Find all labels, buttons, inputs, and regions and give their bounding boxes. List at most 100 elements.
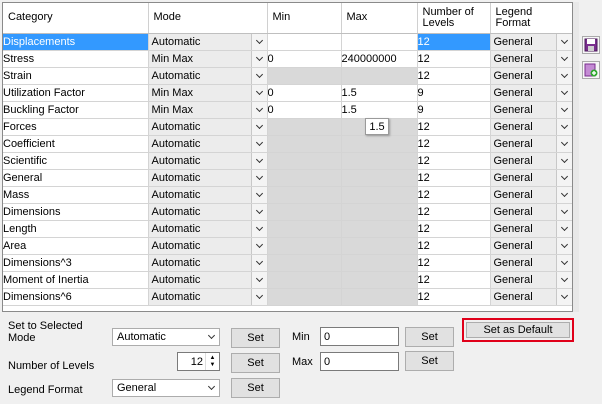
table-row[interactable]: Moment of Inertia Automatic 12 General — [3, 271, 572, 289]
legend-cell[interactable]: General — [490, 203, 572, 221]
levels-cell[interactable]: 12 — [417, 186, 491, 204]
legend-cell[interactable]: General — [490, 50, 572, 68]
chevron-down-icon[interactable] — [555, 101, 571, 117]
set-max-button[interactable]: Set — [405, 351, 454, 371]
category-cell[interactable]: Strain — [3, 67, 149, 85]
chevron-down-icon[interactable] — [250, 203, 266, 219]
chevron-down-icon[interactable] — [250, 84, 266, 100]
levels-cell[interactable]: 12 — [417, 135, 491, 153]
chevron-down-icon[interactable] — [250, 50, 266, 66]
chevron-down-icon[interactable] — [250, 254, 266, 270]
category-cell[interactable]: Displacements — [3, 33, 149, 51]
spin-arrows-icon[interactable]: ▲ ▼ — [205, 353, 219, 370]
chevron-down-icon[interactable] — [250, 67, 266, 83]
category-cell[interactable]: Dimensions — [3, 203, 149, 221]
chevron-down-icon[interactable] — [555, 152, 571, 168]
mode-cell[interactable]: Min Max — [148, 101, 268, 119]
mode-cell[interactable]: Automatic — [148, 152, 268, 170]
min-cell[interactable] — [267, 33, 342, 51]
levels-cell[interactable]: 12 — [417, 237, 491, 255]
header-min[interactable]: Min — [267, 3, 342, 34]
chevron-down-icon[interactable] — [555, 135, 571, 151]
category-cell[interactable]: Area — [3, 237, 149, 255]
chevron-down-icon[interactable] — [555, 84, 571, 100]
category-cell[interactable]: Dimensions^6 — [3, 288, 149, 306]
table-row[interactable]: Utilization Factor Min Max 0 1.5 9 General — [3, 84, 572, 102]
chevron-down-icon[interactable] — [250, 237, 266, 253]
set-levels-button[interactable]: Set — [231, 353, 280, 373]
chevron-down-icon[interactable] — [555, 271, 571, 287]
legend-cell[interactable]: General — [490, 152, 572, 170]
mode-cell[interactable]: Automatic — [148, 237, 268, 255]
min-input[interactable]: 0 — [320, 327, 399, 346]
levels-stepper[interactable]: 12 ▲ ▼ — [177, 352, 220, 371]
chevron-down-icon[interactable] — [555, 169, 571, 185]
header-mode[interactable]: Mode — [148, 3, 268, 34]
max-input[interactable]: 0 — [320, 352, 399, 371]
category-cell[interactable]: General — [3, 169, 149, 187]
levels-cell[interactable]: 12 — [417, 254, 491, 272]
chevron-down-icon[interactable] — [250, 33, 266, 49]
max-cell[interactable]: 240000000 — [341, 50, 418, 68]
legend-cell[interactable]: General — [490, 254, 572, 272]
table-row[interactable]: General Automatic 12 General — [3, 169, 572, 187]
legend-cell[interactable]: General — [490, 101, 572, 119]
header-levels[interactable]: Number of Levels — [417, 3, 491, 34]
levels-cell[interactable]: 9 — [417, 84, 491, 102]
legend-cell[interactable]: General — [490, 169, 572, 187]
mode-combo[interactable]: Automatic — [112, 328, 220, 346]
mode-cell[interactable]: Automatic — [148, 33, 268, 51]
set-min-button[interactable]: Set — [405, 327, 454, 347]
chevron-down-icon[interactable] — [555, 288, 571, 304]
category-cell[interactable]: Buckling Factor — [3, 101, 149, 119]
levels-cell[interactable]: 12 — [417, 220, 491, 238]
chevron-down-icon[interactable] — [555, 33, 571, 49]
table-row[interactable]: Coefficient Automatic 12 General — [3, 135, 572, 153]
max-cell[interactable]: 1.5 — [341, 101, 418, 119]
chevron-down-icon[interactable] — [250, 220, 266, 236]
chevron-down-icon[interactable] — [250, 118, 266, 134]
chevron-down-icon[interactable] — [555, 254, 571, 270]
min-cell[interactable]: 0 — [267, 84, 342, 102]
table-row[interactable]: Area Automatic 12 General — [3, 237, 572, 255]
set-mode-button[interactable]: Set — [231, 328, 280, 348]
save-button[interactable] — [582, 36, 600, 54]
table-row[interactable]: Scientific Automatic 12 General — [3, 152, 572, 170]
set-as-default-button[interactable]: Set as Default — [466, 322, 570, 338]
legend-cell[interactable]: General — [490, 84, 572, 102]
chevron-down-icon[interactable] — [250, 169, 266, 185]
levels-cell[interactable]: 12 — [417, 67, 491, 85]
chevron-down-icon[interactable] — [250, 101, 266, 117]
mode-cell[interactable]: Min Max — [148, 50, 268, 68]
table-row[interactable]: Mass Automatic 12 General — [3, 186, 572, 204]
mode-cell[interactable]: Automatic — [148, 169, 268, 187]
legend-cell[interactable]: General — [490, 33, 572, 51]
chevron-down-icon[interactable] — [555, 186, 571, 202]
category-cell[interactable]: Stress — [3, 50, 149, 68]
levels-cell[interactable]: 12 — [417, 271, 491, 289]
table-row[interactable]: Dimensions Automatic 12 General — [3, 203, 572, 221]
mode-cell[interactable]: Automatic — [148, 118, 268, 136]
category-cell[interactable]: Moment of Inertia — [3, 271, 149, 289]
levels-cell[interactable]: 9 — [417, 101, 491, 119]
table-row[interactable]: Strain Automatic 12 General — [3, 67, 572, 85]
levels-cell[interactable]: 12 — [417, 50, 491, 68]
header-category[interactable]: Category — [3, 3, 149, 34]
legend-cell[interactable]: General — [490, 186, 572, 204]
grid-scrollbar[interactable] — [573, 2, 579, 312]
chevron-down-icon[interactable] — [250, 135, 266, 151]
table-row[interactable]: Length Automatic 12 General — [3, 220, 572, 238]
category-cell[interactable]: Mass — [3, 186, 149, 204]
chevron-down-icon[interactable] — [555, 67, 571, 83]
max-cell[interactable] — [341, 33, 418, 51]
category-cell[interactable]: Scientific — [3, 152, 149, 170]
mode-cell[interactable]: Automatic — [148, 203, 268, 221]
set-legend-button[interactable]: Set — [231, 378, 280, 398]
table-row[interactable]: Buckling Factor Min Max 0 1.5 9 General — [3, 101, 572, 119]
legend-cell[interactable]: General — [490, 288, 572, 306]
table-row[interactable]: Stress Min Max 0 240000000 12 General — [3, 50, 572, 68]
legend-cell[interactable]: General — [490, 220, 572, 238]
mode-cell[interactable]: Automatic — [148, 186, 268, 204]
legend-cell[interactable]: General — [490, 118, 572, 136]
legend-cell[interactable]: General — [490, 67, 572, 85]
